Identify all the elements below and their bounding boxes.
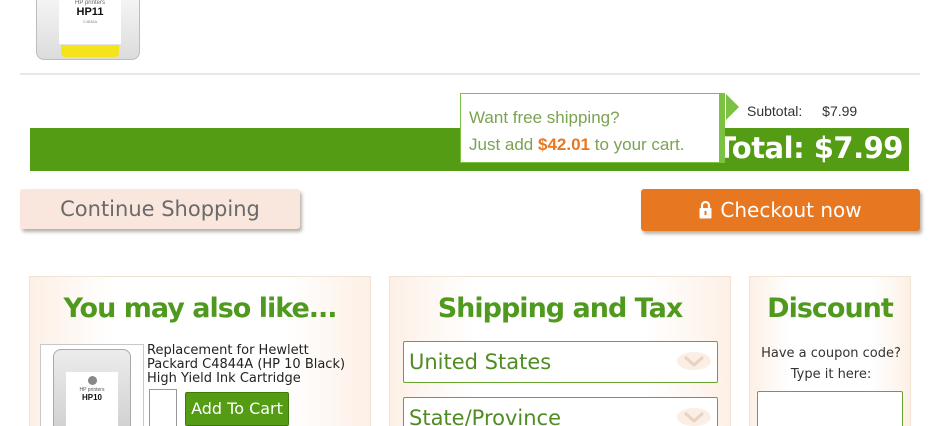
cartridge-yellow-band	[61, 45, 119, 57]
discount-title: Discount	[767, 293, 894, 324]
recommend-product-image[interactable]: HP printers HP10	[40, 344, 144, 426]
free-shipping-line1: Want free shipping?	[469, 108, 620, 127]
shipping-title: Shipping and Tax	[437, 293, 684, 324]
country-select[interactable]: United States	[403, 341, 718, 383]
add-to-cart-button[interactable]: Add To Cart	[185, 392, 289, 426]
recommend-panel: You may also like... HP printers HP10 Re…	[29, 276, 371, 426]
free-shipping-suffix: to your cart.	[590, 135, 685, 154]
coupon-prompt-line1: Have a coupon code?	[761, 346, 901, 361]
free-shipping-amount: $42.01	[538, 135, 590, 154]
subtotal-label: Subtotal:	[747, 103, 803, 119]
tooltip-arrow-icon	[726, 94, 739, 120]
quantity-input[interactable]	[149, 389, 177, 426]
checkout-label: Checkout now	[720, 198, 862, 222]
continue-shopping-button[interactable]: Continue Shopping	[20, 189, 300, 229]
cartridge-graphic: HP printers HP10	[53, 349, 131, 426]
free-shipping-tooltip: Want free shipping? Just add $42.01 to y…	[460, 93, 725, 163]
recommend-title: You may also like...	[63, 293, 337, 324]
discount-panel: Discount Have a coupon code? Type it her…	[749, 276, 911, 426]
black-dot-icon	[87, 376, 97, 385]
divider	[20, 73, 920, 75]
top-product-label: HP printers HP11 C4836A	[59, 0, 121, 44]
recommend-product-description[interactable]: Replacement for Hewlett Packard C4844A (…	[147, 344, 362, 386]
country-value: United States	[409, 350, 552, 374]
top-product-model: HP11	[76, 6, 104, 18]
shipping-panel: Shipping and Tax United States State/Pro…	[389, 276, 731, 426]
state-value: State/Province	[409, 406, 562, 426]
recommend-image-model: HP10	[81, 393, 102, 402]
free-shipping-prefix: Just add	[469, 135, 538, 154]
state-select[interactable]: State/Province	[403, 397, 718, 426]
chevron-down-icon	[677, 352, 711, 370]
lock-icon	[699, 200, 712, 219]
top-product-sub: C4836A	[82, 19, 98, 24]
chevron-down-icon	[677, 408, 711, 426]
checkout-button[interactable]: Checkout now	[641, 189, 920, 231]
subtotal-value: $7.99	[822, 103, 858, 119]
free-shipping-line2: Just add $42.01 to your cart.	[469, 131, 719, 158]
cartridge-label: HP printers HP10	[66, 372, 118, 426]
coupon-prompt: Have a coupon code? Type it here:	[750, 343, 912, 385]
top-product-image[interactable]: HP printers HP11 C4836A	[36, 0, 140, 60]
subtotal-row: Subtotal: $7.99	[747, 103, 857, 119]
coupon-prompt-line2: Type it here:	[790, 367, 872, 382]
coupon-input[interactable]	[757, 391, 903, 426]
